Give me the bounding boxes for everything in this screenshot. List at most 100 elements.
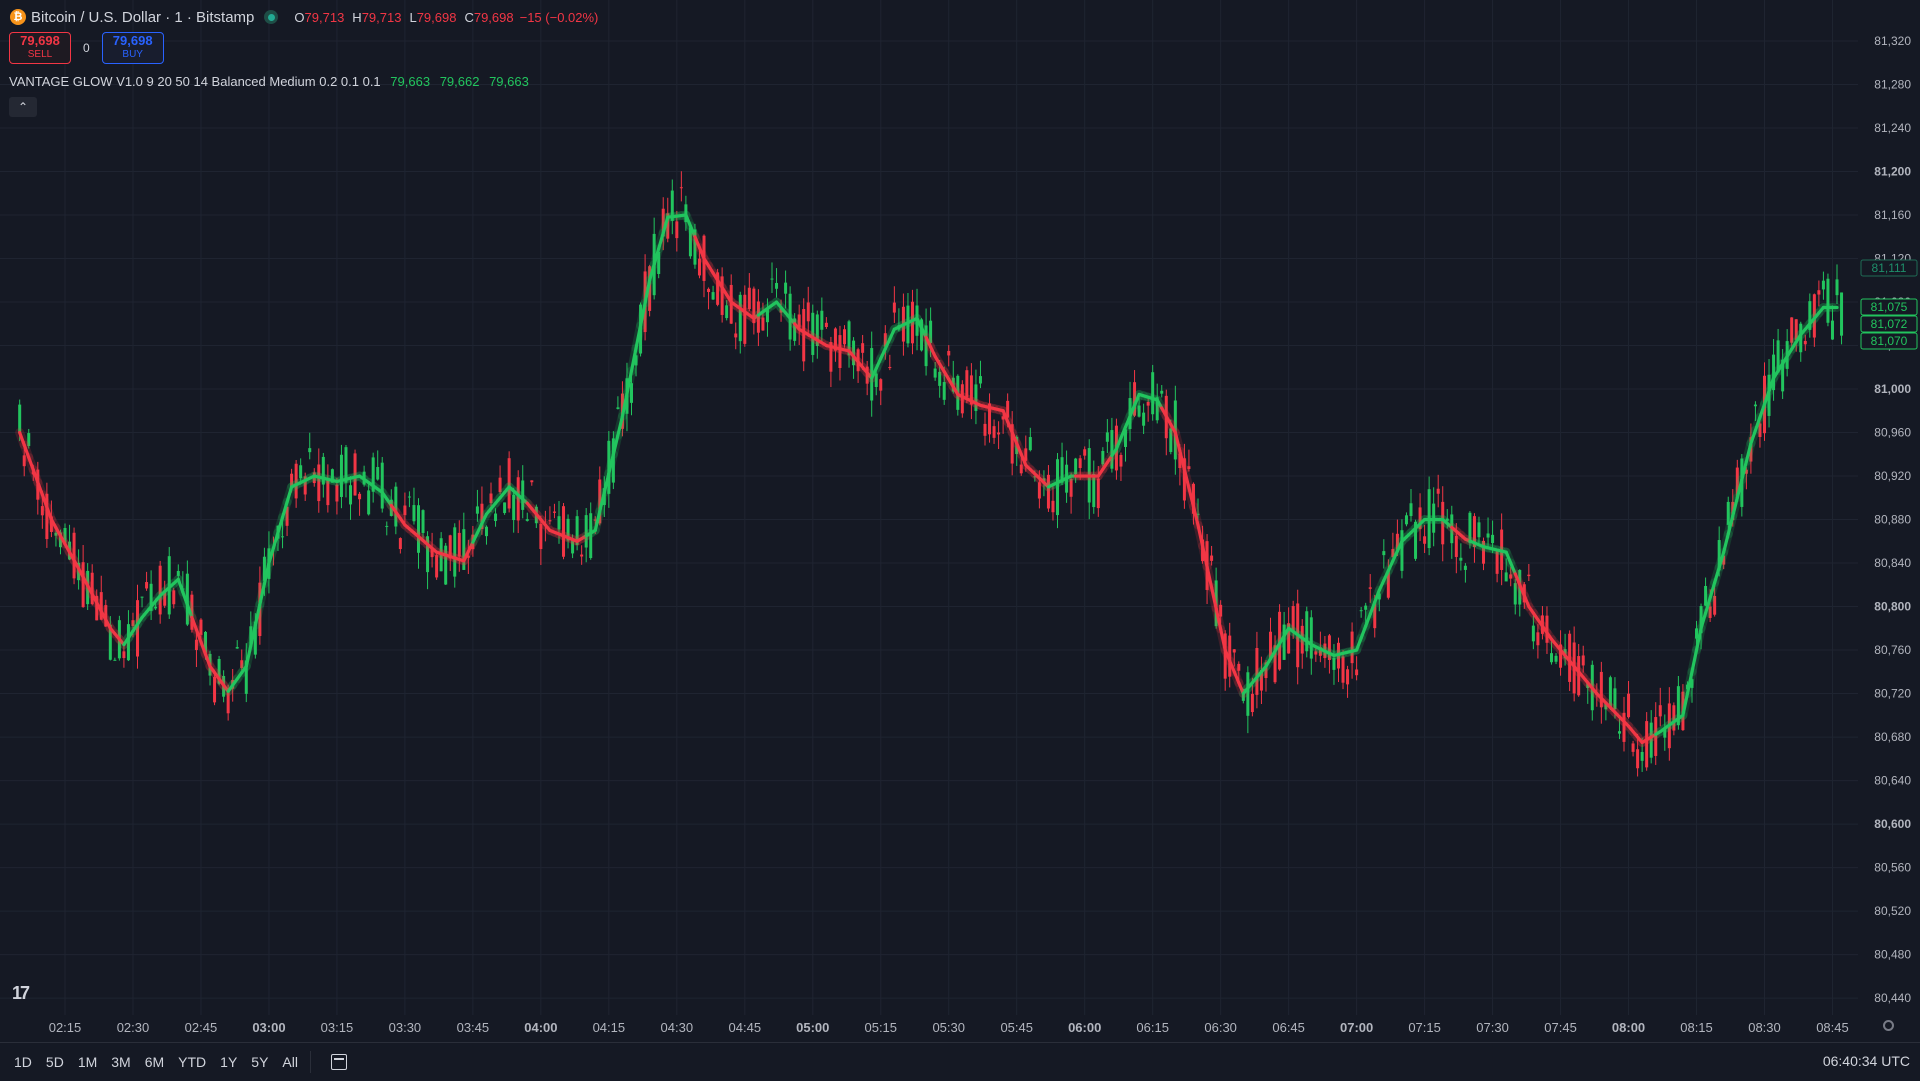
candle-body bbox=[407, 496, 411, 498]
candle bbox=[1142, 403, 1146, 435]
candle-body bbox=[1803, 340, 1807, 345]
candle-body bbox=[1554, 655, 1558, 662]
candle-body bbox=[145, 582, 149, 589]
collapse-legend-button[interactable]: ⌃ bbox=[9, 97, 37, 117]
candle-body bbox=[734, 333, 738, 338]
candle bbox=[1359, 606, 1363, 618]
candle-body bbox=[1364, 605, 1368, 610]
candle-body bbox=[892, 302, 896, 313]
candle-body bbox=[738, 294, 742, 342]
candle-body bbox=[349, 485, 353, 505]
candle-body bbox=[317, 464, 321, 502]
candle bbox=[969, 363, 973, 420]
price-tick-label: 80,840 bbox=[1874, 556, 1911, 570]
candle-body bbox=[1359, 610, 1363, 612]
time-tick-label: 05:45 bbox=[1000, 1020, 1033, 1035]
candle bbox=[1355, 656, 1359, 681]
candle-body bbox=[747, 287, 751, 310]
tradingview-logo[interactable]: 17 bbox=[12, 983, 30, 1004]
candle-body bbox=[1232, 649, 1236, 653]
candle-body bbox=[1636, 749, 1640, 769]
range-1y-button[interactable]: 1Y bbox=[220, 1054, 237, 1070]
ohlc-open-value: 79,713 bbox=[304, 9, 345, 25]
calendar-goto-icon[interactable] bbox=[330, 1054, 347, 1070]
candle bbox=[380, 457, 384, 513]
candle-body bbox=[1105, 432, 1109, 442]
range-1m-button[interactable]: 1M bbox=[78, 1054, 97, 1070]
indicator-legend[interactable]: VANTAGE GLOW V1.0 9 20 50 14 Balanced Me… bbox=[9, 74, 529, 89]
candle-body bbox=[1486, 533, 1490, 538]
candle-body bbox=[548, 520, 552, 522]
candle bbox=[820, 297, 824, 342]
buy-button[interactable]: 79,698 BUY bbox=[101, 32, 164, 64]
candle bbox=[145, 571, 149, 591]
candle-body bbox=[983, 423, 987, 436]
candle-body bbox=[743, 294, 747, 344]
candle-body bbox=[1830, 320, 1834, 340]
candle bbox=[738, 291, 742, 354]
time-axis[interactable]: 02:15 02:30 02:45 03:00 03:15 03:30 03:45 04:00… bbox=[0, 1015, 1920, 1042]
candle-body bbox=[398, 538, 402, 550]
candle bbox=[1056, 453, 1060, 529]
candle bbox=[974, 369, 978, 425]
range-1d-button[interactable]: 1D bbox=[14, 1054, 32, 1070]
range-6m-button[interactable]: 6M bbox=[145, 1054, 164, 1070]
price-tick-label: 80,720 bbox=[1874, 687, 1911, 701]
candle bbox=[1305, 606, 1309, 658]
symbol-title[interactable]: Bitcoin / U.S. Dollar · 1 · Bitstamp bbox=[31, 9, 254, 26]
candle bbox=[1119, 452, 1123, 481]
utc-clock[interactable]: 06:40:34 UTC bbox=[1823, 1053, 1910, 1069]
candle bbox=[707, 287, 711, 310]
candle bbox=[1826, 273, 1830, 327]
range-all-button[interactable]: All bbox=[282, 1054, 298, 1070]
price-chart[interactable]: 81,32081,28081,24081,20081,16081,12081,0… bbox=[0, 0, 1920, 1042]
time-tick-label: 04:45 bbox=[729, 1020, 762, 1035]
range-5y-button[interactable]: 5Y bbox=[251, 1054, 268, 1070]
candle-body bbox=[475, 506, 479, 514]
candle-body bbox=[412, 505, 416, 522]
chevron-up-icon: ⌃ bbox=[17, 100, 29, 114]
price-tick-label: 81,320 bbox=[1874, 34, 1911, 48]
candle-body bbox=[616, 407, 620, 409]
range-5d-button[interactable]: 5D bbox=[46, 1054, 64, 1070]
sell-button[interactable]: 79,698 SELL bbox=[9, 32, 71, 64]
candle-body bbox=[1146, 401, 1150, 406]
candle-body bbox=[1658, 705, 1662, 717]
candle bbox=[1631, 740, 1635, 757]
candle bbox=[775, 268, 779, 298]
candle bbox=[1092, 460, 1096, 514]
candle-body bbox=[1454, 535, 1458, 557]
candle bbox=[888, 354, 892, 371]
candle-body bbox=[358, 493, 362, 500]
candle-body bbox=[552, 511, 556, 513]
candle-body bbox=[879, 379, 883, 391]
candle-body bbox=[1504, 572, 1508, 582]
range-3m-button[interactable]: 3M bbox=[111, 1054, 130, 1070]
price-labels: 81,111 81,075 81,072 81,070 bbox=[1860, 259, 1918, 350]
candle-body bbox=[824, 322, 828, 327]
candle-body bbox=[421, 510, 425, 533]
candle bbox=[978, 360, 982, 389]
price-axis[interactable]: 81,32081,28081,24081,20081,16081,12081,0… bbox=[1858, 0, 1920, 1042]
candle-body bbox=[820, 310, 824, 330]
time-tick-label: 06:00 bbox=[1068, 1020, 1101, 1035]
candle bbox=[1246, 666, 1250, 734]
candle-body bbox=[512, 494, 516, 521]
candle bbox=[385, 521, 389, 536]
candle-body bbox=[1096, 478, 1100, 509]
candle-body bbox=[1817, 290, 1821, 295]
candle-body bbox=[992, 426, 996, 438]
candle bbox=[711, 285, 715, 301]
candle-body bbox=[494, 513, 498, 521]
bottom-toolbar: 1D 5D 1M 3M 6M YTD 1Y 5Y All bbox=[0, 1042, 1920, 1081]
indicator-value-1: 79,663 bbox=[390, 74, 431, 89]
gear-icon[interactable] bbox=[1883, 1020, 1894, 1031]
price-label-text: 81,111 bbox=[1872, 261, 1907, 275]
candle bbox=[412, 487, 416, 525]
candle bbox=[235, 640, 239, 649]
candle bbox=[992, 419, 996, 444]
candle bbox=[1436, 474, 1440, 508]
candle bbox=[770, 262, 774, 293]
candle-body bbox=[942, 382, 946, 400]
range-ytd-button[interactable]: YTD bbox=[178, 1054, 206, 1070]
